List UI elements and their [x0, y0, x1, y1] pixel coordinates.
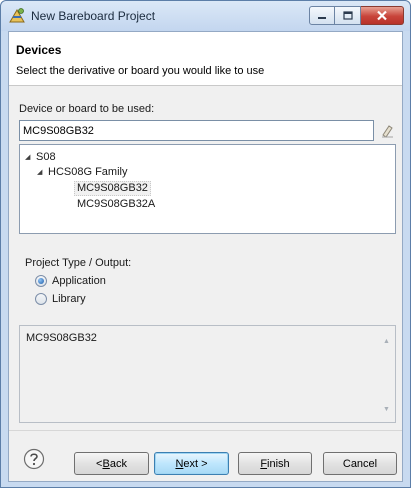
finish-button-mnemonic: F — [260, 457, 268, 470]
radio-label: Library — [52, 293, 86, 305]
tree-expanded-icon[interactable]: ◢ — [25, 150, 33, 165]
back-button-suffix: ack — [109, 457, 127, 470]
tree-expanded-icon[interactable]: ◢ — [37, 165, 45, 180]
next-button-suffix: ext > — [183, 457, 208, 470]
vertical-scrollbar[interactable]: ▲ ▼ — [379, 326, 395, 422]
tree-item-label: MC9S08GB32A — [77, 198, 156, 210]
radio-checked-icon[interactable] — [35, 275, 47, 287]
eraser-icon[interactable] — [380, 123, 395, 138]
window-title: New Bareboard Project — [31, 9, 156, 23]
tree-item-label: HCS08G Family — [48, 166, 128, 178]
help-icon[interactable] — [23, 448, 45, 470]
close-button[interactable] — [361, 6, 404, 25]
wizard-header: Devices Select the derivative or board y… — [9, 32, 402, 86]
wizard-window: New Bareboard Project Devices Select the… — [0, 0, 411, 488]
close-icon — [377, 10, 387, 21]
page-description: Select the derivative or board you would… — [16, 65, 265, 77]
back-button-mnemonic: B — [102, 457, 110, 470]
maximize-icon — [342, 10, 353, 20]
maximize-button[interactable] — [335, 6, 361, 25]
tree-item-label: S08 — [36, 151, 56, 163]
scroll-up-icon[interactable]: ▲ — [383, 338, 390, 345]
tree-item-label: MC9S08GB32 — [74, 181, 151, 196]
device-description-box: MC9S08GB32 ▲ ▼ — [19, 325, 396, 423]
device-tree[interactable]: ◢ S08 ◢ HCS08G Family MC9S08GB32 MC9S08G… — [19, 144, 396, 234]
back-button[interactable]: < Back — [74, 452, 149, 475]
device-field-label: Device or board to be used: — [19, 103, 155, 115]
device-description-text: MC9S08GB32 — [26, 332, 97, 344]
footer-divider — [9, 430, 402, 431]
finish-button-suffix: inish — [267, 457, 290, 470]
radio-label: Application — [52, 275, 106, 287]
page-title: Devices — [16, 43, 62, 57]
minimize-icon — [318, 16, 326, 19]
radio-unchecked-icon[interactable] — [35, 293, 47, 305]
project-wizard-icon — [9, 8, 25, 23]
caption-buttons — [309, 6, 404, 25]
project-type-label: Project Type / Output: — [25, 257, 132, 269]
dialog-content: Devices Select the derivative or board y… — [8, 31, 403, 482]
finish-button[interactable]: Finish — [238, 452, 312, 475]
next-button[interactable]: Next > — [154, 452, 229, 475]
cancel-button[interactable]: Cancel — [323, 452, 397, 475]
title-bar[interactable]: New Bareboard Project — [1, 1, 410, 31]
scroll-down-icon[interactable]: ▼ — [383, 406, 390, 413]
device-input[interactable] — [19, 120, 374, 141]
minimize-button[interactable] — [309, 6, 335, 25]
next-button-mnemonic: N — [175, 457, 184, 470]
